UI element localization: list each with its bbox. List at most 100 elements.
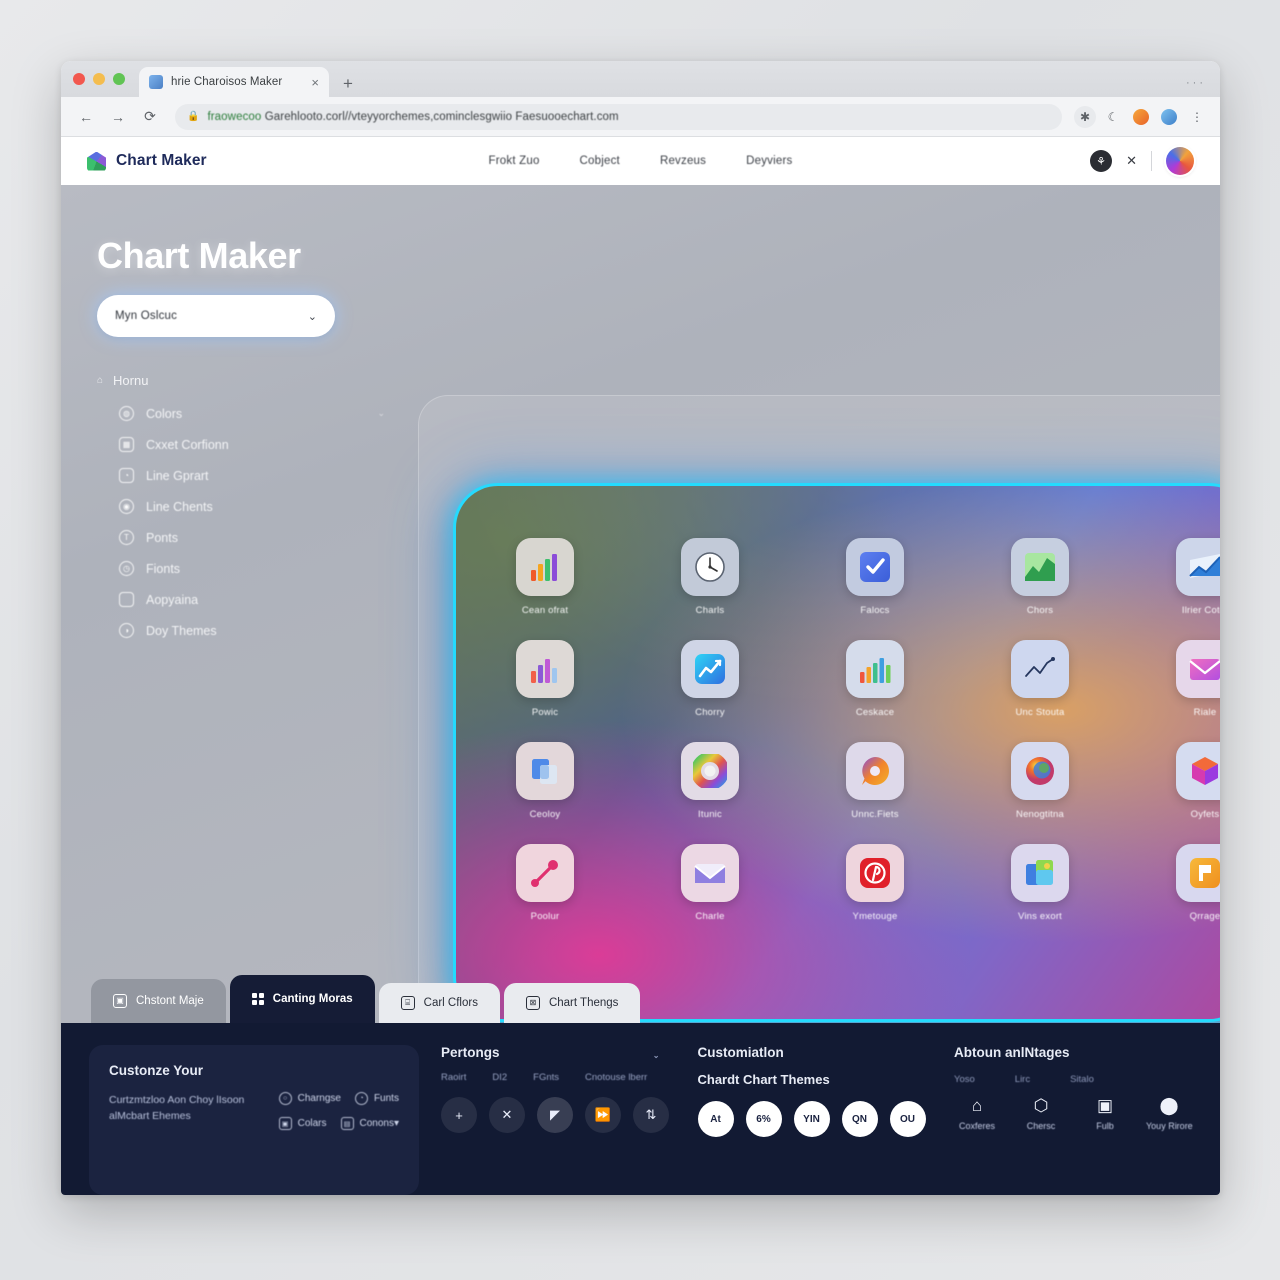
bookmark-star-icon[interactable]: ✱ <box>1074 105 1096 128</box>
footer-link-funts[interactable]: ◔ Funts <box>354 1092 399 1105</box>
app-tile-label: Chors <box>1026 605 1054 616</box>
reload-button[interactable]: ⟳ <box>137 104 163 130</box>
window-controls[interactable]: ··· <box>1186 77 1206 89</box>
app-tile-2[interactable]: Falocs <box>834 538 916 616</box>
sidebar-item-2[interactable]: ◔ Line Gprart <box>97 460 411 491</box>
app-tile-0[interactable]: Cean ofrat <box>504 538 586 616</box>
app-tile-16[interactable]: Charle <box>669 844 751 922</box>
chevron-down-icon[interactable]: ⌄ <box>653 1051 660 1060</box>
forward-icon[interactable]: ⏩ <box>585 1097 621 1133</box>
theme-swatch-4[interactable]: OU <box>889 1101 926 1137</box>
sidebar-item-1[interactable]: ▦ Cxxet Corfionn <box>97 429 411 460</box>
about-item-0[interactable]: ⌂ Coxferes <box>954 1097 1000 1131</box>
sort-icon[interactable]: ⇅ <box>633 1097 669 1133</box>
app-tile-label: Unnc.Fiets <box>851 809 899 820</box>
sidebar-item-0[interactable]: ◍ Colors ⌄ <box>97 398 411 429</box>
extension-blue-icon[interactable] <box>1158 106 1180 128</box>
app-tile-label: Ceskace <box>855 707 895 718</box>
palette-select[interactable]: Myn Oslcuc ⌄ <box>97 295 335 337</box>
kebab-menu-icon[interactable]: ⋮ <box>1186 106 1208 128</box>
minimize-window-button[interactable] <box>93 73 105 85</box>
about-item-2[interactable]: ▣ Fulb <box>1082 1097 1128 1131</box>
app-tile-18[interactable]: Vins exort <box>999 844 1081 922</box>
site-header: Chart Maker Frokt Zuo Cobject Revzeus De… <box>61 137 1220 185</box>
app-tile-6[interactable]: Chorry <box>669 640 751 718</box>
sidebar-item-5[interactable]: ◷ Fionts <box>97 553 411 584</box>
back-button[interactable]: ← <box>73 104 99 130</box>
app-tile-3[interactable]: Chors <box>999 538 1081 616</box>
header-badge-icon[interactable]: ⚘ <box>1090 150 1113 172</box>
nav-link-3[interactable]: Deyviers <box>746 155 792 167</box>
app-tile-15[interactable]: Poolur <box>504 844 586 922</box>
sidebar-item-4[interactable]: T Ponts <box>97 522 411 553</box>
tab-close-icon[interactable]: × <box>311 76 319 89</box>
theme-icon: ◑ <box>119 623 134 638</box>
sidebar-item-3[interactable]: ◉ Line Chents <box>97 491 411 522</box>
about-item-caption: Youy Rirore <box>1146 1121 1193 1131</box>
bottom-tab-2[interactable]: ⌸ Carl Cflors <box>378 983 500 1023</box>
nav-link-2[interactable]: Revzeus <box>660 155 706 167</box>
avatar[interactable] <box>1166 147 1194 175</box>
app-tile-label: Cean ofrat <box>521 605 569 616</box>
app-tile-11[interactable]: Itunic <box>669 742 751 820</box>
footer-link-colars[interactable]: ▣ Colars <box>278 1117 327 1130</box>
clock-icon <box>681 538 739 596</box>
app-tile-17[interactable]: Ymetouge <box>834 844 916 922</box>
bottom-tab-0[interactable]: ▣ Chstont Maje <box>91 979 226 1023</box>
app-tile-14[interactable]: Oyfets <box>1164 742 1220 820</box>
browser-tab[interactable]: hrie Charoisos Maker × <box>139 67 329 97</box>
flag-icon[interactable]: ◤ <box>537 1097 573 1133</box>
brand[interactable]: Chart Maker <box>87 151 207 171</box>
crescent-icon[interactable]: ☾ <box>1102 106 1124 128</box>
footer-link-label-3: Conons▾ <box>359 1118 400 1129</box>
app-tile-10[interactable]: Ceoloy <box>504 742 586 820</box>
app-tile-4[interactable]: Ilrier Cotot <box>1164 538 1220 616</box>
maximize-window-button[interactable] <box>113 73 125 85</box>
about-item-1[interactable]: ⬡ Chersc <box>1018 1097 1064 1131</box>
app-tile-19[interactable]: Qrrage <box>1164 844 1220 922</box>
sidebar-item-7[interactable]: ◑ Doy Themes <box>97 615 411 646</box>
card-icon: ▤ <box>340 1117 354 1130</box>
clock-icon: ◷ <box>119 561 134 576</box>
app-tile-label: Powic <box>531 707 559 718</box>
bar-chart-icon <box>516 538 574 596</box>
footer-link-changse[interactable]: ○ Charngse <box>278 1092 341 1105</box>
sidebar-item-label: Line Chents <box>146 499 213 514</box>
forward-button[interactable]: → <box>105 104 131 130</box>
app-tile-7[interactable]: Ceskace <box>834 640 916 718</box>
extension-orange-icon[interactable] <box>1130 106 1152 128</box>
app-tile-8[interactable]: Unc Stouta <box>999 640 1081 718</box>
sidebar-menu-header[interactable]: ⌂ Hornu <box>97 373 411 388</box>
theme-swatch-0[interactable]: At <box>697 1101 734 1137</box>
address-bar[interactable]: 🔒 fraowecoo Garehlooto.corl//vteyyorchem… <box>175 103 1062 130</box>
sidebar-item-6[interactable]: Aopyaina <box>97 584 411 615</box>
theme-swatch-3[interactable]: QN <box>841 1101 878 1137</box>
new-tab-button[interactable]: + <box>343 75 353 92</box>
app-tile-5[interactable]: Powic <box>504 640 586 718</box>
app-tile-9[interactable]: Riale <box>1164 640 1220 718</box>
theme-swatch-1[interactable]: 6% <box>745 1101 782 1137</box>
bottom-tab-1[interactable]: Canting Moras <box>229 975 375 1023</box>
nav-link-0[interactable]: Frokt Zuo <box>489 155 540 167</box>
theme-swatch-2[interactable]: YIN <box>793 1101 830 1137</box>
app-tile-label: Ceoloy <box>529 809 561 820</box>
header-close-icon[interactable]: ✕ <box>1126 153 1137 169</box>
close-icon[interactable]: ✕ <box>489 1097 525 1133</box>
color-wheel-icon <box>681 742 739 800</box>
trend-chart-icon <box>1176 538 1220 596</box>
about-item-caption: Coxferes <box>958 1121 995 1131</box>
browser-window: hrie Charoisos Maker × + ··· ← → ⟳ 🔒 fra… <box>61 61 1220 1195</box>
footer-link-conons[interactable]: ▤ Conons▾ <box>340 1117 400 1130</box>
app-tile-12[interactable]: Unnc.Fiets <box>834 742 916 820</box>
close-window-button[interactable] <box>73 73 85 85</box>
app-tile-1[interactable]: Charls <box>669 538 751 616</box>
bottom-tab-3[interactable]: ⊠ Chart Thengs <box>503 983 641 1023</box>
app-tile-label: Itunic <box>698 809 722 820</box>
plus-icon[interactable]: + <box>441 1097 477 1133</box>
nav-link-1[interactable]: Cobject <box>580 155 620 167</box>
about-item-3[interactable]: ⬤ Youy Rirore <box>1146 1097 1193 1131</box>
footer-sublabel-0: Raoirt <box>441 1072 467 1083</box>
app-tile-13[interactable]: Nenogtitna <box>999 742 1081 820</box>
app-tile-label: Chorry <box>695 707 725 718</box>
page-viewport: Chart Maker Frokt Zuo Cobject Revzeus De… <box>61 137 1220 1195</box>
